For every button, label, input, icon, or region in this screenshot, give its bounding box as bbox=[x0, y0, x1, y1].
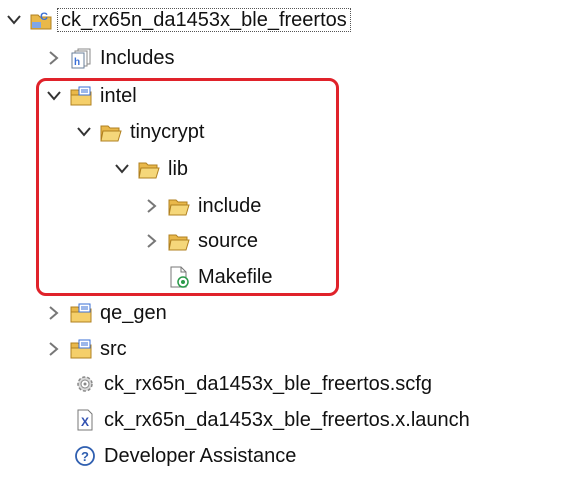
svg-text:h: h bbox=[74, 57, 80, 68]
svg-text:C: C bbox=[40, 11, 48, 23]
tree-item-include[interactable]: include bbox=[144, 188, 261, 224]
folder-icon bbox=[168, 195, 190, 217]
chevron-down-icon[interactable] bbox=[76, 124, 92, 140]
source-folder-icon bbox=[70, 338, 92, 360]
tree-item-label: Developer Assistance bbox=[104, 445, 297, 467]
c-project-icon: C bbox=[30, 9, 52, 31]
tree-item-label: qe_gen bbox=[100, 302, 167, 324]
includes-icon: h bbox=[70, 47, 92, 69]
tree-item-label: src bbox=[100, 338, 127, 360]
tree-item-intel[interactable]: intel bbox=[46, 78, 137, 114]
chevron-right-icon[interactable] bbox=[144, 233, 160, 249]
tree-item-label: ck_rx65n_da1453x_ble_freertos.x.launch bbox=[104, 409, 470, 431]
project-explorer-tree: C ck_rx65n_da1453x_ble_freertos h Includ… bbox=[0, 0, 562, 501]
folder-open-icon bbox=[100, 121, 122, 143]
tree-item-label: intel bbox=[100, 85, 137, 107]
tree-item-source[interactable]: source bbox=[144, 223, 258, 259]
folder-open-icon bbox=[138, 158, 160, 180]
launch-file-icon: X bbox=[74, 409, 96, 431]
chevron-right-icon[interactable] bbox=[46, 50, 62, 66]
tree-item-tinycrypt[interactable]: tinycrypt bbox=[76, 114, 204, 150]
tree-item-qe-gen[interactable]: qe_gen bbox=[46, 295, 167, 331]
tree-item-label: Includes bbox=[100, 47, 175, 69]
tree-item-label: lib bbox=[168, 158, 189, 180]
chevron-down-icon[interactable] bbox=[6, 12, 22, 28]
tree-item-includes[interactable]: h Includes bbox=[46, 40, 175, 76]
makefile-icon bbox=[168, 266, 190, 288]
svg-text:X: X bbox=[81, 415, 89, 429]
source-folder-icon bbox=[70, 302, 92, 324]
tree-item-lib[interactable]: lib bbox=[114, 151, 188, 187]
gear-config-icon bbox=[74, 373, 96, 395]
help-icon: ? bbox=[74, 445, 96, 467]
chevron-right-icon[interactable] bbox=[144, 198, 160, 214]
chevron-right-icon[interactable] bbox=[46, 305, 62, 321]
chevron-down-icon[interactable] bbox=[46, 88, 62, 104]
tree-item-label: include bbox=[198, 195, 262, 217]
tree-item-src[interactable]: src bbox=[46, 331, 127, 367]
tree-item-label: Makefile bbox=[198, 266, 273, 288]
folder-icon bbox=[168, 230, 190, 252]
tree-item-developer-assistance[interactable]: ? Developer Assistance bbox=[74, 438, 296, 474]
tree-item-makefile[interactable]: Makefile bbox=[168, 259, 272, 295]
chevron-down-icon[interactable] bbox=[114, 161, 130, 177]
tree-item-launch[interactable]: X ck_rx65n_da1453x_ble_freertos.x.launch bbox=[74, 402, 470, 438]
tree-item-label: source bbox=[198, 230, 259, 252]
chevron-right-icon[interactable] bbox=[46, 341, 62, 357]
tree-item-scfg[interactable]: ck_rx65n_da1453x_ble_freertos.scfg bbox=[74, 366, 432, 402]
tree-item-label: ck_rx65n_da1453x_ble_freertos.scfg bbox=[104, 373, 432, 395]
source-folder-icon bbox=[70, 85, 92, 107]
project-label: ck_rx65n_da1453x_ble_freertos bbox=[57, 8, 351, 32]
tree-item-label: tinycrypt bbox=[130, 121, 205, 143]
svg-text:?: ? bbox=[81, 449, 89, 464]
tree-item-project[interactable]: C ck_rx65n_da1453x_ble_freertos bbox=[6, 2, 351, 38]
